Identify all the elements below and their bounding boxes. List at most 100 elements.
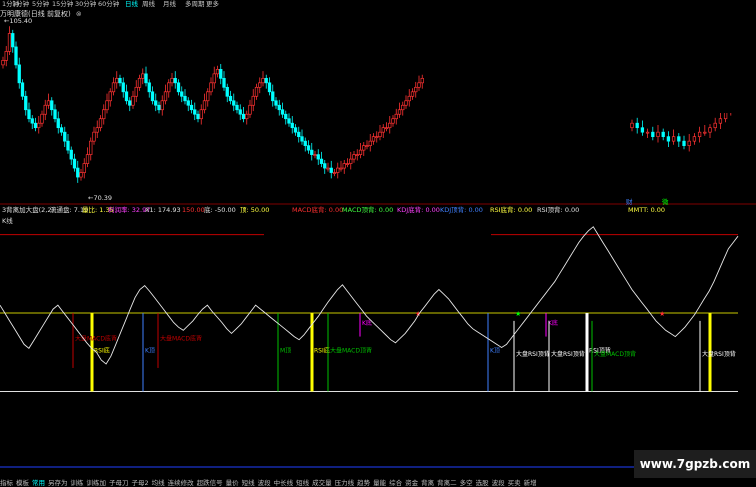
candle-candle bbox=[222, 77, 226, 88]
candle-candle bbox=[186, 100, 190, 106]
signal-bar bbox=[72, 313, 74, 368]
candle-candle bbox=[89, 140, 93, 155]
candle-candle bbox=[46, 100, 51, 106]
candle-candle bbox=[251, 95, 255, 106]
candle-candle bbox=[141, 73, 145, 79]
menu-item[interactable]: 子母2 bbox=[132, 479, 149, 487]
menu-item[interactable]: 背离二 bbox=[437, 479, 457, 487]
candle-right-candle bbox=[661, 131, 665, 138]
redacted-region bbox=[264, 231, 491, 256]
candle-candle bbox=[82, 163, 86, 173]
candle-right-candle bbox=[708, 127, 712, 133]
menu-item[interactable]: 压力线 bbox=[335, 479, 355, 487]
candle-right-candle bbox=[651, 131, 655, 138]
candle-right-candle bbox=[666, 136, 671, 142]
candle-candle bbox=[202, 100, 207, 111]
menu-item[interactable]: 子母刀 bbox=[109, 479, 129, 487]
candle-candle bbox=[95, 127, 99, 133]
candle-candle bbox=[342, 163, 346, 169]
candle-right-candle bbox=[677, 136, 681, 142]
menu-item[interactable]: 量能 bbox=[373, 479, 386, 487]
candle-candle bbox=[69, 149, 73, 160]
candle-candle bbox=[381, 127, 385, 133]
candle-right-candle bbox=[635, 122, 639, 129]
signal-bar bbox=[699, 320, 701, 392]
menu-item[interactable]: 训练 bbox=[71, 479, 84, 487]
candle-candle bbox=[170, 77, 174, 84]
candle-right-candle bbox=[713, 122, 717, 129]
candle-candle bbox=[20, 82, 25, 97]
menu-item[interactable]: 训练加 bbox=[87, 479, 107, 487]
candle-right-candle bbox=[671, 136, 676, 142]
menu-item[interactable]: 选股 bbox=[476, 479, 489, 487]
signal-label: RSI底 bbox=[94, 346, 110, 354]
candle-candle bbox=[209, 82, 213, 93]
candle-candle bbox=[7, 33, 12, 52]
candle-candle bbox=[102, 109, 106, 120]
menu-item[interactable]: 模板 bbox=[16, 479, 29, 487]
menu-item[interactable]: 资金 bbox=[405, 479, 418, 487]
signal-bar bbox=[591, 320, 593, 392]
menu-item[interactable]: 背离 bbox=[421, 479, 434, 487]
signal-label: 大盘MACD顶背 bbox=[330, 346, 372, 354]
menu-item[interactable]: 新增 bbox=[524, 479, 537, 487]
marker-wei: 微 bbox=[662, 197, 669, 205]
candle-candle bbox=[206, 91, 210, 102]
menu-item[interactable]: 多空 bbox=[460, 479, 473, 487]
candle-candle bbox=[235, 104, 239, 111]
candle-candle bbox=[375, 136, 379, 139]
candle-candle bbox=[332, 172, 337, 174]
signal-bar bbox=[359, 313, 361, 337]
candle-right-candle bbox=[697, 131, 702, 138]
signal-label: M顶 bbox=[280, 347, 291, 354]
signal-label: 大盘MACD顶背 bbox=[594, 350, 636, 358]
signal-bar bbox=[157, 313, 159, 368]
menu-item[interactable]: 成交量 bbox=[312, 479, 332, 487]
candle-candle bbox=[63, 131, 67, 142]
candle-right-candle bbox=[656, 131, 660, 138]
candle-candle bbox=[4, 51, 8, 61]
signal-label: K顶 bbox=[490, 347, 500, 354]
candle-candle bbox=[157, 104, 161, 111]
candle-candle bbox=[397, 109, 402, 115]
signal-bar bbox=[513, 320, 515, 392]
menu-item[interactable]: 均线 bbox=[152, 479, 165, 487]
signal-label: RSI底 bbox=[314, 346, 330, 354]
candle-candle bbox=[267, 82, 272, 93]
candle-candle bbox=[150, 91, 155, 102]
menu-item[interactable]: 短线 bbox=[242, 479, 255, 487]
menu-item[interactable]: 常用 bbox=[32, 479, 45, 487]
candle-candle bbox=[193, 109, 197, 115]
menu-item[interactable]: 波段 bbox=[258, 479, 271, 487]
candle-candle bbox=[290, 122, 294, 129]
candle-candle bbox=[258, 82, 262, 88]
candle-candle bbox=[180, 91, 184, 97]
menu-item[interactable]: 趋势 bbox=[357, 479, 370, 487]
menu-item[interactable]: 指标 bbox=[0, 479, 13, 487]
menu-item[interactable]: 综合 bbox=[389, 479, 402, 487]
candle-right-candle bbox=[703, 131, 707, 134]
candle-right-candle bbox=[640, 127, 645, 133]
candle-candle bbox=[362, 145, 366, 151]
candle-candle bbox=[33, 122, 38, 129]
menu-item[interactable]: 中长线 bbox=[274, 479, 294, 487]
signal-bar bbox=[327, 313, 329, 392]
signal-label: 大盘RSI顶背 bbox=[702, 350, 736, 358]
menu-item[interactable]: 波段 bbox=[492, 479, 505, 487]
signal-label: K顶 bbox=[145, 347, 155, 354]
candle-candle bbox=[59, 127, 64, 133]
menu-item[interactable]: 超跌信号 bbox=[197, 479, 223, 487]
candle-candle bbox=[391, 118, 395, 124]
menu-item[interactable]: 另存为 bbox=[48, 479, 68, 487]
candle-candle bbox=[310, 149, 314, 155]
candle-candle bbox=[284, 113, 288, 120]
menu-item[interactable]: 买卖 bbox=[508, 479, 521, 487]
signal-bar bbox=[545, 313, 547, 337]
candle-candle bbox=[134, 86, 138, 97]
menu-item[interactable]: 短线 bbox=[296, 479, 309, 487]
candle-candle bbox=[358, 149, 363, 155]
menu-item[interactable]: 连续修改 bbox=[168, 479, 194, 487]
candle-candle bbox=[154, 100, 158, 106]
candle-candle bbox=[53, 109, 57, 120]
menu-item[interactable]: 量价 bbox=[226, 479, 239, 487]
